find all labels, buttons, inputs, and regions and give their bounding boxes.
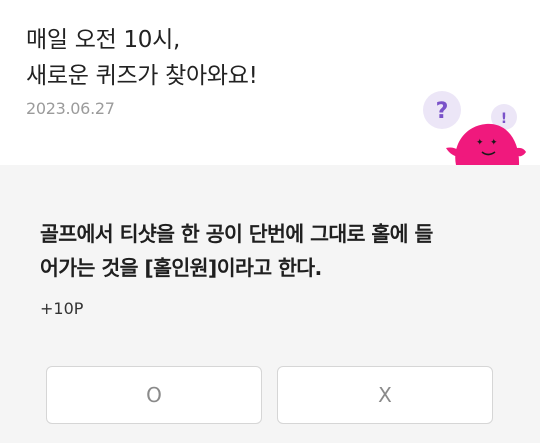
headline-line-1: 매일 오전 10시, — [26, 27, 180, 53]
quiz-question: 골프에서 티샷을 한 공이 단번에 그대로 홀에 들 어가는 것을 [홀인원]이… — [40, 217, 510, 285]
headline-line-2: 새로운 퀴즈가 찾아와요! — [26, 63, 258, 89]
question-bubble-icon: ? — [423, 91, 461, 129]
pink-blob-character-icon: ✦ ✦ — [446, 123, 526, 165]
answer-x-button[interactable]: X — [277, 366, 493, 424]
question-mark-text: ? — [436, 99, 449, 124]
reward-points: +10P — [40, 299, 84, 318]
answer-o-button[interactable]: O — [46, 366, 262, 424]
quiz-date: 2023.06.27 — [26, 99, 115, 118]
eye-left-icon: ✦ — [476, 138, 484, 148]
question-line-2: 어가는 것을 [홀인원]이라고 한다. — [40, 256, 322, 280]
quiz-mascot-illustration: ? ! ✦ ✦ — [423, 91, 526, 165]
page-title: 매일 오전 10시, 새로운 퀴즈가 찾아와요! — [26, 22, 258, 94]
exclamation-mark-text: ! — [501, 111, 507, 127]
eye-right-icon: ✦ — [490, 138, 498, 148]
quiz-card: 골프에서 티샷을 한 공이 단번에 그대로 홀에 들 어가는 것을 [홀인원]이… — [0, 165, 540, 443]
question-line-1: 골프에서 티샷을 한 공이 단번에 그대로 홀에 들 — [40, 222, 433, 246]
quiz-header: 매일 오전 10시, 새로운 퀴즈가 찾아와요! 2023.06.27 ? ! … — [0, 0, 540, 165]
